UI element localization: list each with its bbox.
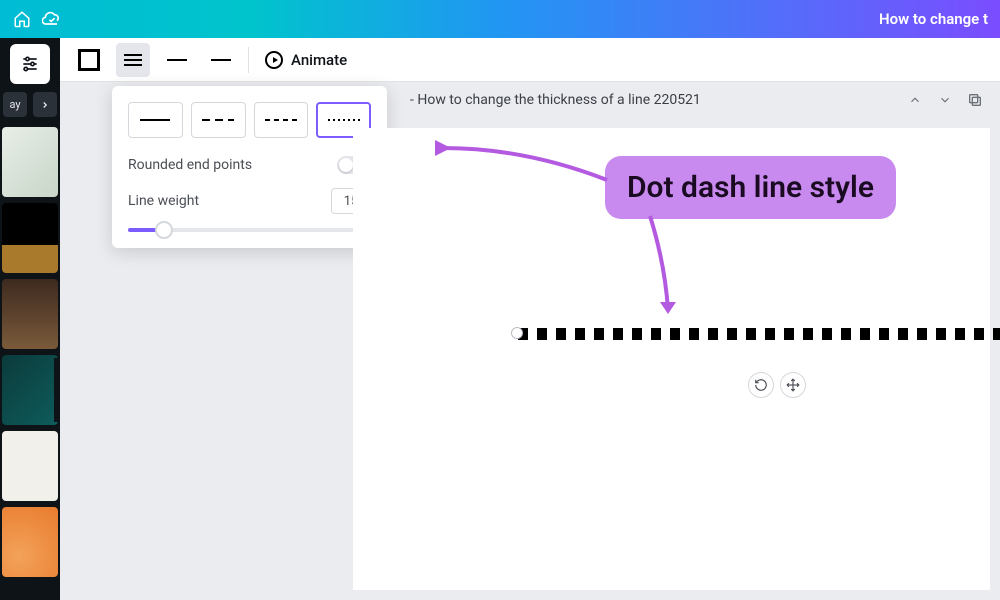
line-start-button[interactable] [160,43,194,77]
duplicate-page-icon[interactable] [964,89,986,111]
template-thumbnail[interactable] [2,355,58,425]
app-titlebar: How to change t [0,0,1000,38]
line-style-solid[interactable] [128,102,183,138]
toolbar-divider [248,47,249,73]
template-thumbnail[interactable] [2,127,58,197]
document-title: How to change t [879,10,988,28]
context-toolbar: Animate [60,38,1000,82]
rotate-handle-icon[interactable] [748,372,774,398]
move-handle-icon[interactable] [780,372,806,398]
template-thumbnail[interactable] [2,279,58,349]
line-handle-left[interactable] [511,327,523,339]
animate-label: Animate [291,51,347,69]
line-style-short-dash[interactable] [254,102,309,138]
animate-button[interactable]: Animate [259,43,353,77]
annotation-callout: Dot dash line style [605,156,896,219]
rounded-endpoints-label: Rounded end points [128,157,252,173]
category-chip[interactable]: ay [3,92,26,117]
filter-button[interactable] [10,44,50,84]
line-style-dash[interactable] [191,102,246,138]
chevron-up-icon[interactable] [904,89,926,111]
chevron-down-icon[interactable] [934,89,956,111]
template-thumbnail[interactable] [2,507,58,577]
chevron-right-icon[interactable] [33,92,57,117]
line-weight-label: Line weight [128,193,199,209]
left-sidebar: ay [0,38,60,600]
line-weight-slider[interactable] [128,228,371,232]
main-area: Animate - How to change the thickness of… [60,38,1000,600]
selected-line-element[interactable] [518,328,1000,340]
line-style-popover: Rounded end points Line weight [112,86,387,248]
template-thumbnail[interactable] [2,203,58,273]
home-icon[interactable] [12,9,32,29]
line-color-button[interactable] [72,43,106,77]
cloud-sync-icon[interactable] [42,9,62,29]
template-thumbnail[interactable] [2,431,58,501]
line-style-button[interactable] [116,43,150,77]
line-end-button[interactable] [204,43,238,77]
page-title: - How to change the thickness of a line … [410,92,701,108]
animate-icon [265,51,283,69]
template-thumbnail-list[interactable] [2,127,58,577]
